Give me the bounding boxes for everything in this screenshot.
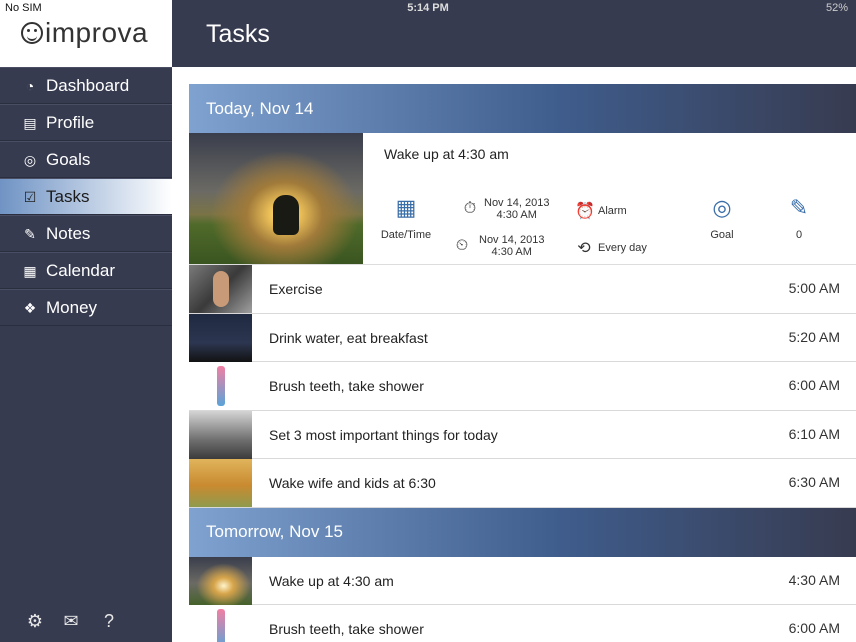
smiley-logo-icon [21, 22, 43, 44]
notes-cell[interactable]: ✎ 0 [781, 195, 817, 241]
target-icon: ◎ [712, 195, 732, 220]
sidebar-item-label: Profile [46, 112, 95, 132]
section-header-tomorrow: Tomorrow, Nov 15 [189, 507, 856, 557]
repeat-icon: ⟲ [577, 240, 591, 257]
goal-cell[interactable]: ◎ Goal [699, 195, 745, 241]
stopwatch-checkered-icon: ⏲ [455, 237, 469, 254]
clock-label: 5:14 PM [407, 2, 449, 14]
sidebar: improva ◔ Dashboard ▤ Profile ◎ Goals ☑ … [0, 0, 172, 642]
help-icon[interactable]: ? [98, 610, 120, 632]
task-name: Drink water, eat breakfast [269, 329, 428, 346]
task-thumbnail [189, 605, 252, 642]
sidebar-nav: ◔ Dashboard ▤ Profile ◎ Goals ☑ Tasks ✎ … [0, 67, 172, 326]
sidebar-footer: ⚙ ✉ ? [0, 610, 172, 636]
task-row[interactable]: Wake wife and kids at 6:30 6:30 AM [189, 459, 856, 508]
goal-label: Goal [710, 229, 734, 241]
repeat-setting[interactable]: ⟲ Every day [575, 238, 647, 258]
task-thumbnail [189, 556, 252, 605]
task-time: 5:20 AM [788, 328, 840, 345]
gear-icon[interactable]: ⚙ [24, 610, 46, 632]
money-icon: ❖ [23, 300, 37, 316]
task-photo [189, 133, 363, 264]
task-time: 5:00 AM [788, 280, 840, 296]
task-list: Today, Nov 14 Wake up at 4:30 am ▦ Date/… [189, 84, 856, 642]
section-header-today: Today, Nov 14 [189, 84, 856, 133]
task-name: Brush teeth, take shower [269, 621, 424, 637]
sidebar-item-label: Goals [46, 149, 91, 169]
sidebar-item-label: Notes [46, 223, 91, 243]
sidebar-item-tasks[interactable]: ☑ Tasks [0, 178, 172, 215]
task-thumbnail [189, 362, 252, 410]
sidebar-item-profile[interactable]: ▤ Profile [0, 104, 172, 141]
start-time[interactable]: ⏱ Nov 14, 2013 4:30 AM [461, 197, 550, 221]
task-time: 4:30 AM [788, 571, 840, 588]
dashboard-icon: ◔ [25, 78, 35, 94]
task-thumbnail [189, 265, 252, 313]
sidebar-item-label: Calendar [46, 260, 115, 280]
task-time: 6:00 AM [788, 620, 840, 636]
task-row[interactable]: Exercise 5:00 AM [189, 265, 856, 314]
sidebar-item-calendar[interactable]: ▦ Calendar [0, 252, 172, 289]
end-time-value: 4:30 AM [491, 246, 532, 258]
task-time: 6:30 AM [788, 474, 840, 490]
status-bar: No SIM 5:14 PM 52% [0, 0, 856, 16]
task-thumbnail [189, 313, 252, 362]
task-thumbnail [189, 459, 252, 507]
brand-name: improva [45, 17, 149, 48]
calendar-icon: ▦ [23, 263, 37, 279]
profile-icon: ▤ [23, 115, 37, 131]
end-date: Nov 14, 2013 [479, 234, 545, 246]
sidebar-item-label: Tasks [46, 186, 90, 206]
battery-label: 52% [825, 2, 848, 14]
task-name: Exercise [269, 281, 323, 297]
task-time: 6:10 AM [788, 425, 840, 442]
edit-note-icon: ✎ [789, 195, 809, 220]
mail-icon[interactable]: ✉ [60, 610, 82, 632]
alarm-setting[interactable]: ⏰ Alarm [575, 201, 627, 221]
sidebar-item-notes[interactable]: ✎ Notes [0, 215, 172, 252]
sidebar-item-label: Money [46, 297, 98, 317]
task-name: Set 3 most important things for today [269, 426, 498, 443]
datetime-cell[interactable]: ▦ Date/Time [377, 195, 435, 241]
task-name: Brush teeth, take shower [269, 378, 424, 394]
start-time-value: 4:30 AM [496, 209, 537, 221]
alarm-label: Alarm [598, 205, 627, 217]
start-date: Nov 14, 2013 [484, 197, 550, 209]
sidebar-item-goals[interactable]: ◎ Goals [0, 141, 172, 178]
task-thumbnail [189, 410, 252, 459]
task-row[interactable]: Brush teeth, take shower 6:00 AM [189, 362, 856, 411]
pencil-note-icon: ✎ [24, 226, 36, 242]
calendar-grid-icon: ▦ [395, 195, 417, 220]
task-name: Wake wife and kids at 6:30 [269, 475, 436, 491]
repeat-label: Every day [598, 242, 647, 254]
checkbox-icon: ☑ [23, 189, 37, 205]
alarm-clock-icon: ⏰ [575, 203, 595, 220]
stopwatch-icon: ⏱ [463, 200, 477, 217]
page-title: Tasks [206, 20, 270, 48]
sidebar-item-money[interactable]: ❖ Money [0, 289, 172, 326]
notes-count: 0 [795, 229, 803, 241]
sidebar-item-dashboard[interactable]: ◔ Dashboard [0, 67, 172, 104]
target-icon: ◎ [23, 152, 37, 168]
task-row[interactable]: Drink water, eat breakfast 5:20 AM [189, 313, 856, 362]
featured-task-title: Wake up at 4:30 am [384, 146, 509, 162]
datetime-label: Date/Time [380, 229, 432, 241]
sidebar-item-label: Dashboard [46, 75, 130, 95]
task-row[interactable]: Wake up at 4:30 am 4:30 AM [189, 556, 856, 605]
task-name: Wake up at 4:30 am [269, 572, 394, 589]
section-title: Tomorrow, Nov 15 [206, 522, 343, 541]
end-time[interactable]: ⏲ Nov 14, 2013 4:30 AM [453, 234, 545, 258]
featured-task[interactable]: Wake up at 4:30 am ▦ Date/Time ⏱ Nov 14,… [189, 133, 856, 265]
task-row[interactable]: Set 3 most important things for today 6:… [189, 410, 856, 459]
task-time: 6:00 AM [788, 377, 840, 393]
section-title: Today, Nov 14 [206, 98, 314, 118]
task-row[interactable]: Brush teeth, take shower 6:00 AM [189, 605, 856, 642]
